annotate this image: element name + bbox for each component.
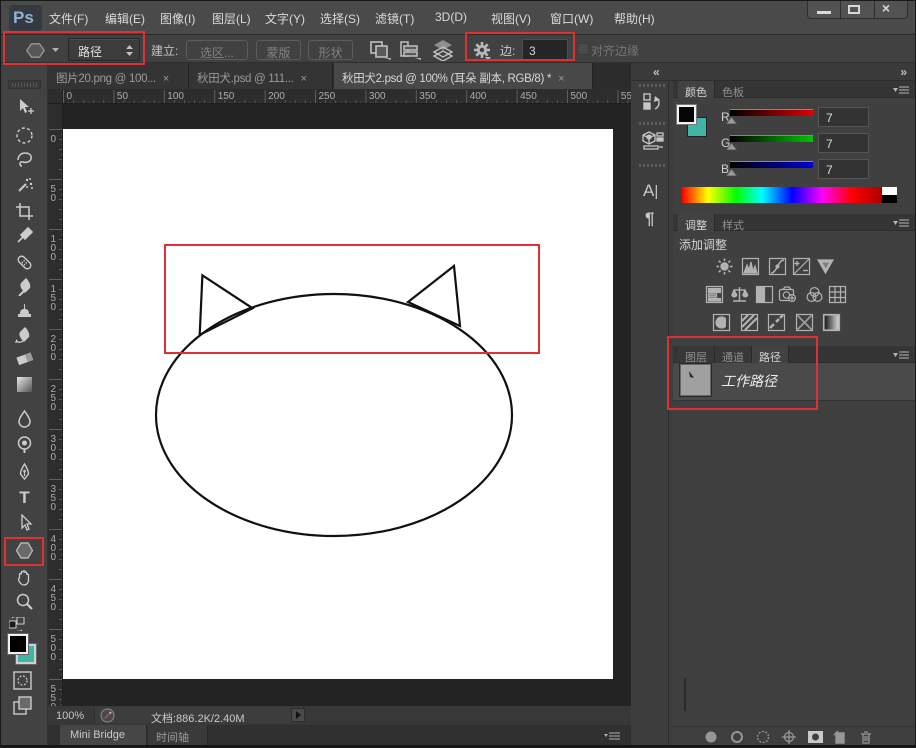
svg-text:550: 550 bbox=[621, 91, 631, 102]
svg-text:0: 0 bbox=[51, 602, 57, 613]
svg-text:0: 0 bbox=[51, 352, 57, 363]
svg-text:400: 400 bbox=[470, 91, 487, 102]
svg-text:300: 300 bbox=[369, 91, 386, 102]
svg-text:50: 50 bbox=[117, 91, 129, 102]
svg-text:0: 0 bbox=[51, 302, 57, 313]
svg-text:0: 0 bbox=[67, 91, 73, 102]
svg-text:0: 0 bbox=[51, 193, 57, 204]
svg-text:250: 250 bbox=[319, 91, 336, 102]
svg-text:450: 450 bbox=[520, 91, 537, 102]
svg-text:0: 0 bbox=[51, 552, 57, 563]
svg-text:200: 200 bbox=[268, 91, 285, 102]
svg-text:0: 0 bbox=[51, 452, 57, 463]
svg-text:0: 0 bbox=[51, 134, 57, 145]
svg-text:0: 0 bbox=[51, 252, 57, 263]
svg-text:100: 100 bbox=[167, 91, 184, 102]
svg-text:350: 350 bbox=[419, 91, 436, 102]
svg-text:0: 0 bbox=[51, 652, 57, 663]
svg-text:150: 150 bbox=[218, 91, 235, 102]
svg-text:500: 500 bbox=[571, 91, 588, 102]
svg-text:0: 0 bbox=[51, 502, 57, 513]
svg-text:0: 0 bbox=[51, 402, 57, 413]
